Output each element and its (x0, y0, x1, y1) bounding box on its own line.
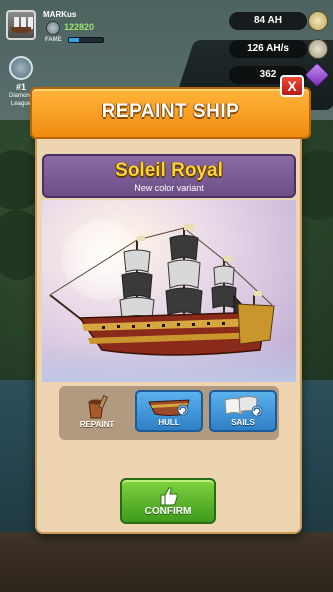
hull-icon (148, 399, 190, 416)
ship-subtitle: New color variant (134, 183, 204, 193)
thumbs-up-icon (160, 487, 178, 506)
repaint-options: REPAINT HULL SAILS (59, 386, 279, 440)
ah-coin-icon (308, 11, 328, 31)
sails-button[interactable]: SAILS (209, 390, 277, 432)
confirm-button[interactable]: CONFIRM (120, 478, 216, 524)
medal-icon (46, 21, 60, 35)
sails-label: SAILS (231, 418, 255, 427)
repaint-label: REPAINT (79, 420, 115, 429)
ah-counter: 84 AH (229, 12, 307, 30)
ship-image (49, 224, 275, 356)
ship-name: Soleil Royal (115, 160, 223, 181)
hull-button[interactable]: HULL (135, 390, 203, 432)
paint-bucket-icon (88, 395, 109, 419)
league-badge-icon (9, 56, 33, 80)
player-panel[interactable]: MARKus 122820 FAME (6, 10, 156, 46)
repaint-option[interactable]: REPAINT (63, 390, 131, 432)
dialog-header: REPAINT SHIP X (30, 75, 311, 139)
repaint-ship-dialog: REPAINT SHIP X Soleil Royal New color va… (30, 75, 311, 534)
dialog-title: REPAINT SHIP (101, 101, 240, 122)
coin-stack-icon (308, 39, 328, 59)
fame-bar (68, 37, 104, 43)
ship-banner: Soleil Royal New color variant (42, 154, 296, 198)
hull-label: HULL (158, 418, 180, 427)
player-name: MARKus (43, 10, 77, 19)
player-avatar[interactable] (6, 10, 36, 40)
fame-label: FAME (45, 37, 62, 43)
confirm-label: CONFIRM (144, 506, 192, 517)
ship-preview (42, 200, 296, 382)
player-xp: 122820 (64, 22, 95, 32)
close-button[interactable]: X (280, 75, 304, 97)
sails-icon (224, 396, 263, 417)
ah-rate-counter: 126 AH/s (229, 40, 307, 58)
